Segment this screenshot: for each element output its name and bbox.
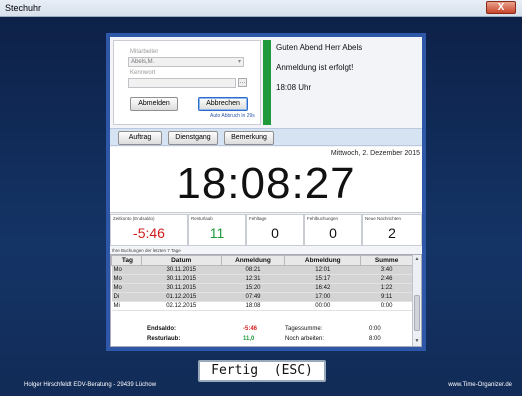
daysum-label: Tagessumme:	[285, 326, 323, 332]
cell-day: Mo	[111, 283, 142, 293]
greeting-text: Guten Abend Herr Abels	[276, 43, 363, 52]
cell-day: Mo	[111, 265, 142, 275]
table-row[interactable]: Mo 30.11.2015 15:20 16:42 1:22	[111, 283, 413, 293]
footer-company: Holger Hirschfeldt EDV-Beratung - 29439 …	[24, 382, 157, 388]
status-indicator	[263, 40, 271, 125]
login-time-text: 18:08 Uhr	[276, 83, 312, 92]
stat-value: 0	[271, 225, 279, 241]
cell-date: 02.12.2015	[141, 301, 222, 311]
cell-sum: 1:22	[360, 283, 413, 293]
title-bar: Stechuhr X	[0, 0, 522, 17]
current-date: Mittwoch, 2. Dezember 2015	[330, 150, 420, 157]
column-header[interactable]: Anmeldung	[220, 255, 286, 266]
column-header[interactable]: Tag	[111, 255, 142, 266]
stat-time-account: Zeitkonto (Endsaldo) -5:46	[110, 214, 188, 246]
ellipsis-icon[interactable]: …	[238, 78, 247, 87]
stat-value: 2	[388, 225, 396, 241]
cell-day: Mo	[111, 274, 142, 284]
table-scrollbar[interactable]: ▲ ▼	[412, 255, 421, 346]
scroll-thumb[interactable]	[414, 295, 420, 331]
cell-logout: 00:00	[284, 301, 361, 311]
remaining-label: Noch arbeiten:	[285, 336, 325, 342]
column-header[interactable]: Abmeldung	[284, 255, 362, 266]
table-row[interactable]: Di 01.12.2015 07:49 17:00 9:11	[111, 292, 413, 302]
password-label: Kennwort	[130, 70, 156, 76]
employee-label: Mitarbeiter	[130, 49, 159, 55]
cancel-button[interactable]: Abbrechen	[198, 97, 248, 111]
vacation-value: 11,0	[243, 336, 255, 342]
employee-select[interactable]: Abels,M. ▾	[128, 57, 244, 67]
remaining-value: 8:00	[369, 336, 381, 342]
column-header[interactable]: Datum	[140, 255, 222, 266]
table-row[interactable]: Mo 30.11.2015 08:21 12:01 3:40	[111, 265, 413, 275]
stat-vacation: Resturlaub 11	[188, 214, 246, 246]
cell-date: 01.12.2015	[141, 292, 222, 302]
stat-label: Neue Nachrichten	[365, 216, 402, 221]
cell-sum: 9:11	[360, 292, 413, 302]
scroll-up-icon[interactable]: ▲	[413, 255, 421, 264]
done-button[interactable]: Fertig (ESC)	[198, 360, 326, 382]
table-row[interactable]: Mi 02.12.2015 18:08 00:00 0:00	[111, 301, 413, 311]
login-box: Mitarbeiter Abels,M. ▾ Kennwort … Abmeld…	[113, 40, 261, 125]
cell-login: 12:31	[221, 274, 285, 284]
main-panel: Mitarbeiter Abels,M. ▾ Kennwort … Abmeld…	[106, 33, 426, 351]
cell-date: 30.11.2015	[141, 283, 222, 293]
cell-sum: 3:40	[360, 265, 413, 275]
chevron-down-icon: ▾	[237, 59, 241, 65]
bookings-caption: Ihre Buchungen der letzten 7 Tage	[112, 248, 181, 253]
window-title: Stechuhr	[5, 3, 42, 13]
password-field[interactable]	[128, 78, 236, 88]
cell-day: Mi	[111, 301, 142, 311]
stat-new-messages[interactable]: Neue Nachrichten 2	[362, 214, 422, 246]
stat-value: 0	[329, 225, 337, 241]
cell-login: 07:49	[221, 292, 285, 302]
auto-cancel-text: Auto Abbruch in 29s	[210, 113, 255, 119]
table-header: Tag Datum Anmeldung Abmeldung Summe	[111, 255, 413, 266]
footer-website[interactable]: www.Time-Organizer.de	[448, 382, 512, 388]
stat-label: Fehlbuchungen	[307, 216, 339, 221]
cell-sum: 0:00	[360, 301, 413, 311]
employee-value: Abels,M.	[131, 59, 155, 65]
login-status-text: Anmeldung ist erfolgt!	[276, 63, 354, 72]
logout-button[interactable]: Abmelden	[130, 97, 178, 111]
vacation-label: Resturlaub:	[147, 336, 181, 342]
stat-label: Resturlaub	[191, 216, 213, 221]
cell-login: 15:20	[221, 283, 285, 293]
bookings-table: Tag Datum Anmeldung Abmeldung Summe Mo 3…	[110, 254, 422, 347]
cell-login: 08:21	[221, 265, 285, 275]
close-button[interactable]: X	[486, 1, 516, 14]
stat-value: 11	[209, 225, 225, 241]
column-header[interactable]: Summe	[360, 255, 413, 266]
cell-logout: 12:01	[284, 265, 361, 275]
action-toolbar: Auftrag Dienstgang Bemerkung	[110, 128, 422, 146]
stat-value: -5:46	[133, 225, 165, 241]
current-time: 18:08:27	[176, 159, 356, 208]
daysum-value: 0:00	[369, 326, 381, 332]
cell-sum: 2:46	[360, 274, 413, 284]
stat-label: Fehltage	[249, 216, 267, 221]
balance-label: Endsaldo:	[147, 326, 177, 332]
stat-absences: Fehltage 0	[246, 214, 304, 246]
clock-area: Mittwoch, 2. Dezember 2015 18:08:27	[110, 147, 422, 213]
business-trip-button[interactable]: Dienstgang	[168, 131, 218, 145]
remark-button[interactable]: Bemerkung	[224, 131, 274, 145]
table-row[interactable]: Mo 30.11.2015 12:31 15:17 2:46	[111, 274, 413, 284]
balance-value: -5:46	[243, 326, 258, 332]
cell-date: 30.11.2015	[141, 265, 222, 275]
stat-label: Zeitkonto (Endsaldo)	[113, 216, 155, 221]
cell-logout: 15:17	[284, 274, 361, 284]
scroll-down-icon[interactable]: ▼	[413, 337, 421, 346]
stat-missed-bookings: Fehlbuchungen 0	[304, 214, 362, 246]
cell-logout: 17:00	[284, 292, 361, 302]
cell-login: 18:08	[221, 301, 285, 311]
cell-day: Di	[111, 292, 142, 302]
order-button[interactable]: Auftrag	[118, 131, 162, 145]
cell-logout: 16:42	[284, 283, 361, 293]
cell-date: 30.11.2015	[141, 274, 222, 284]
stats-bar: Zeitkonto (Endsaldo) -5:46 Resturlaub 11…	[110, 214, 422, 246]
